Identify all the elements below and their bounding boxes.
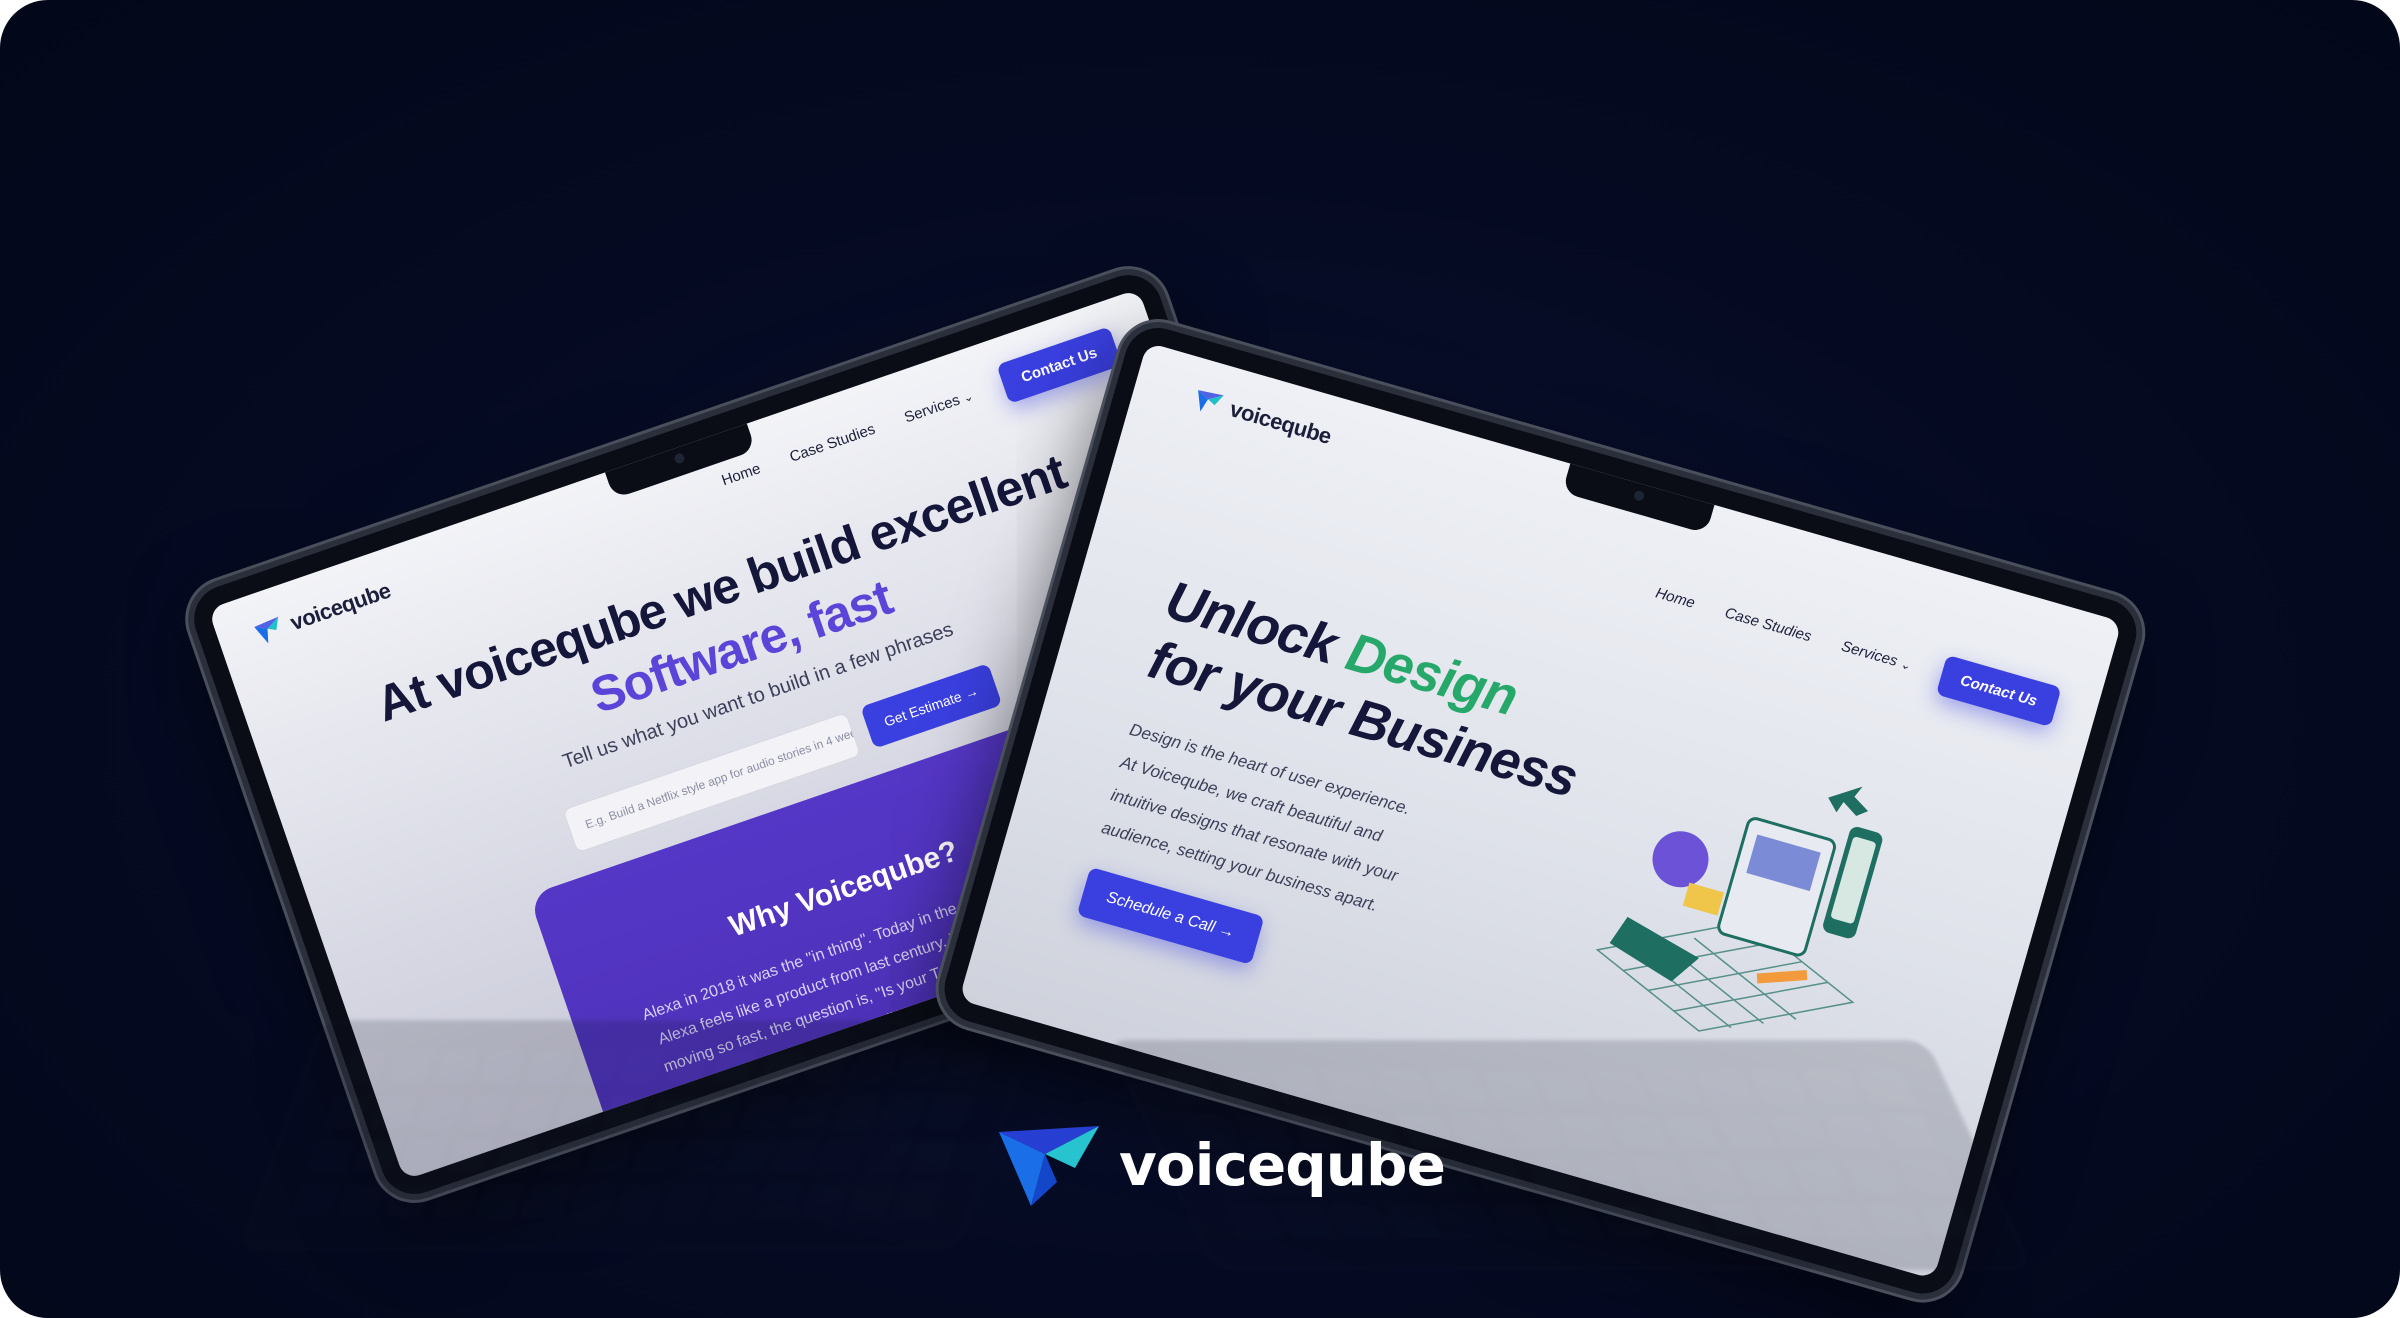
illustration-arrow bbox=[1828, 786, 1869, 817]
get-estimate-button[interactable]: Get Estimate → bbox=[860, 663, 1003, 749]
nav-home[interactable]: Home bbox=[719, 460, 762, 489]
nav-services[interactable]: Services⌄ bbox=[902, 387, 975, 426]
bird-logo-icon bbox=[254, 616, 279, 644]
nav-home[interactable]: Home bbox=[1654, 585, 1697, 612]
left-site-logo[interactable]: voiceqube bbox=[251, 578, 394, 649]
footer-brand: voiceqube bbox=[1119, 1131, 1446, 1199]
bird-logo-icon bbox=[1198, 390, 1224, 412]
illustration-yellow-block bbox=[1682, 882, 1725, 916]
contact-us-button[interactable]: Contact Us bbox=[996, 326, 1123, 404]
camera-dot bbox=[1632, 489, 1646, 502]
camera-dot bbox=[673, 452, 686, 465]
promo-canvas: voiceqube Home Case Studies Services⌄ Co… bbox=[0, 0, 2400, 1318]
illustration-monitor bbox=[1717, 817, 1837, 957]
contact-us-button[interactable]: Contact Us bbox=[1935, 654, 2062, 728]
bird-logo-icon bbox=[999, 1126, 1099, 1206]
nav-case-studies[interactable]: Case Studies bbox=[788, 421, 878, 466]
illustration-orange-bar bbox=[1756, 970, 1808, 984]
keyboard-keys bbox=[289, 1050, 991, 1220]
illustration-purple-disc bbox=[1652, 831, 1709, 888]
right-site-brand: voiceqube bbox=[1226, 396, 1335, 449]
illustration-teal-shape bbox=[1609, 916, 1699, 982]
nav-services[interactable]: Services⌄ bbox=[1839, 638, 1913, 674]
right-site-logo[interactable]: voiceqube bbox=[1190, 386, 1334, 450]
nav-case-studies[interactable]: Case Studies bbox=[1723, 604, 1813, 645]
chevron-down-icon: ⌄ bbox=[1898, 656, 1913, 673]
nav-services-label: Services bbox=[1839, 637, 1900, 670]
nav-services-label: Services bbox=[902, 391, 963, 427]
right-site-nav: Home Case Studies Services⌄ Contact Us bbox=[1650, 573, 2062, 728]
chevron-down-icon: ⌄ bbox=[961, 388, 976, 406]
left-keyboard-reflection bbox=[238, 1020, 1042, 1250]
left-site-brand: voiceqube bbox=[286, 577, 394, 636]
footer-logo: voiceqube bbox=[995, 1120, 1446, 1210]
